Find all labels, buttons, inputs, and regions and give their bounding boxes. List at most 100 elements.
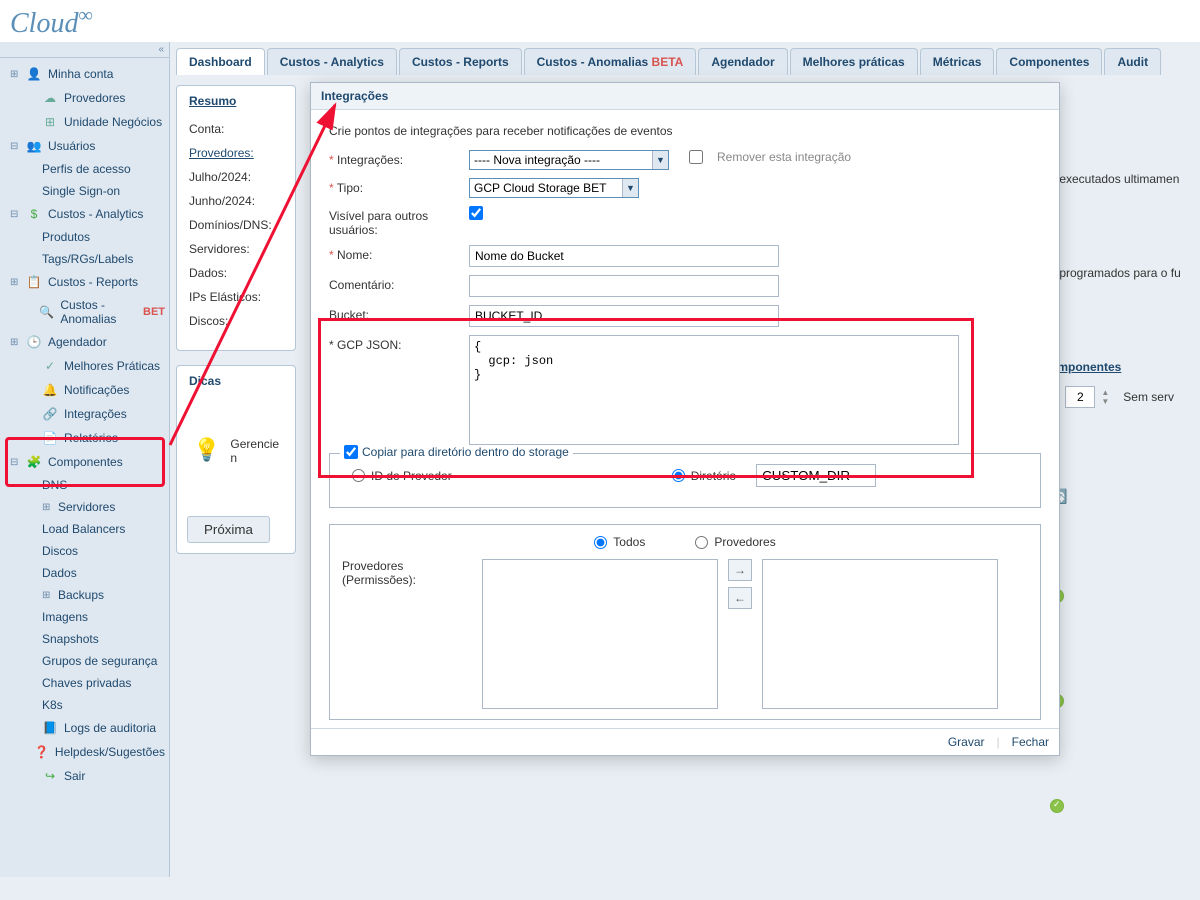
expand-icon[interactable]: ⊟ [10,457,20,468]
sidebar-label: Backups [58,588,104,602]
move-right-button[interactable]: → [728,559,752,581]
tab-custos-analytics[interactable]: Custos - Analytics [267,48,397,75]
gcpjson-label: GCP JSON: [337,338,401,352]
resumo-label: Discos: [189,314,228,328]
sidebar-item-single-sign-on[interactable]: Single Sign-on [0,180,169,202]
sidebar-item-chaves-privadas[interactable]: Chaves privadas [0,672,169,694]
todos-radio[interactable]: Todos [594,535,645,549]
stepper-down-icon[interactable]: ▼ [1101,397,1109,406]
provedores-radio[interactable]: Provedores [695,535,775,549]
fechar-button[interactable]: Fechar [1012,735,1049,749]
nome-input[interactable] [469,245,779,267]
sidebar-item-usu-rios[interactable]: ⊟ 👥 Usuários [0,134,169,158]
sidebar-item-grupos-de-seguran-a[interactable]: Grupos de segurança [0,650,169,672]
perms-selected-list[interactable] [762,559,998,709]
remover-checkbox[interactable] [689,150,703,164]
sidebar-item-tags-rgs-labels[interactable]: Tags/RGs/Labels [0,248,169,270]
sidebar-item-snapshots[interactable]: Snapshots [0,628,169,650]
sidebar-item-relat-rios[interactable]: 📄Relatórios [0,426,169,450]
sidebar-label: Provedores [64,91,125,105]
resumo-row: Servidores: [189,242,283,256]
nav-icon: 👥 [26,138,42,154]
sidebar-item-helpdesk-sugest-es[interactable]: ❓Helpdesk/Sugestões [0,740,169,764]
sidebar-item-minha-conta[interactable]: ⊞👤Minha conta [0,62,169,86]
perms-label: Provedores (Permissões): [342,559,472,587]
sidebar-item-notifica-es[interactable]: 🔔Notificações [0,378,169,402]
sidebar-label: Usuários [48,139,95,153]
sidebar-label: Discos [42,544,78,558]
sidebar-label: Servidores [58,500,115,514]
sidebar-item-dns[interactable]: DNS [0,474,169,496]
dicas-text: Gerencie n [230,437,279,465]
expand-icon[interactable]: ⊞ [10,69,20,80]
sidebar-label: Snapshots [42,632,99,646]
sidebar-label: Single Sign-on [42,184,120,198]
sidebar-item-k8s[interactable]: K8s [0,694,169,716]
expand-icon[interactable]: ⊞ [10,277,20,288]
sidebar-item-componentes[interactable]: ⊟🧩Componentes [0,450,169,474]
sidebar-label: Logs de auditoria [64,721,156,735]
resumo-label: Dados: [189,266,227,280]
sidebar-item-servidores[interactable]: ⊞ Servidores [0,496,169,518]
expand-icon[interactable]: ⊞ [42,590,52,601]
sidebar-item-produtos[interactable]: Produtos [0,226,169,248]
sidebar-item-sair[interactable]: ↪Sair [0,764,169,788]
sidebar-item-custos-reports[interactable]: ⊞📋Custos - Reports [0,270,169,294]
expand-icon[interactable]: ⊞ [10,337,20,348]
sidebar-item-load-balancers[interactable]: Load Balancers [0,518,169,540]
sidebar-item-custos-anomalias[interactable]: 🔍Custos - Anomalias BET [0,294,169,330]
expand-icon[interactable]: ⊞ [42,502,52,513]
resumo-title: Resumo [177,86,295,116]
tipo-select[interactable] [469,178,639,198]
count-input[interactable] [1065,386,1095,408]
gravar-button[interactable]: Gravar [948,735,985,749]
sidebar-item-custos-analytics[interactable]: ⊟$Custos - Analytics [0,202,169,226]
bucket-input[interactable] [469,305,779,327]
sidebar-item-backups[interactable]: ⊞ Backups [0,584,169,606]
sidebar-item-provedores[interactable]: ☁Provedores [0,86,169,110]
perms-available-list[interactable] [482,559,718,709]
sidebar-item-discos[interactable]: Discos [0,540,169,562]
tab-dashboard[interactable]: Dashboard [176,48,265,75]
comentario-input[interactable] [469,275,779,297]
sidebar-label: Melhores Práticas [64,359,160,373]
sidebar-item-logs-de-auditoria[interactable]: 📘 Logs de auditoria [0,716,169,740]
tab-custos-reports[interactable]: Custos - Reports [399,48,522,75]
sidebar-item-imagens[interactable]: Imagens [0,606,169,628]
move-left-button[interactable]: ← [728,587,752,609]
proxima-button[interactable]: Próxima [187,516,270,543]
visivel-label: Visível para outros usuários: [329,206,469,237]
componentes-title: omponentes [1050,360,1121,374]
sidebar-item-perfis-de-acesso[interactable]: Perfis de acesso [0,158,169,180]
copy-checkbox[interactable] [344,445,358,459]
tab-audit[interactable]: Audit [1104,48,1161,75]
sidebar-label: Imagens [42,610,88,624]
bulb-icon: 💡 [193,437,220,465]
tab-componentes[interactable]: Componentes [996,48,1102,75]
integracoes-modal: Integrações Crie pontos de integrações p… [310,82,1060,756]
sidebar-item-agendador[interactable]: ⊞🕒Agendador [0,330,169,354]
nav-icon: 📘 [42,720,58,736]
tab-custos-anomalias[interactable]: Custos - Anomalias BETA [524,48,697,75]
tab-melhores-pr-ticas[interactable]: Melhores práticas [790,48,918,75]
expand-icon[interactable]: ⊟ [10,209,20,220]
integracoes-select[interactable] [469,150,669,170]
diretorio-radio[interactable]: Diretório [672,464,736,487]
id-provedor-radio[interactable]: ID do Provedor [352,464,452,487]
sidebar-collapse-button[interactable]: « [0,42,169,58]
tipo-label: Tipo: [337,181,363,195]
diretorio-input[interactable] [756,464,876,487]
stepper-up-icon[interactable]: ▲ [1101,388,1109,397]
gcpjson-textarea[interactable] [469,335,959,445]
expand-icon[interactable]: ⊟ [10,141,20,152]
resumo-label[interactable]: Provedores: [189,146,254,160]
tab-agendador[interactable]: Agendador [698,48,787,75]
visivel-checkbox[interactable] [469,206,483,220]
tab-m-tricas[interactable]: Métricas [920,48,995,75]
sem-serv-text: Sem serv [1123,390,1174,404]
sidebar-item-unidade-neg-cios[interactable]: ⊞Unidade Negócios [0,110,169,134]
sidebar-item-dados[interactable]: Dados [0,562,169,584]
copy-legend: Copiar para diretório dentro do storage [362,445,569,459]
sidebar-item-integra-es[interactable]: 🔗Integrações [0,402,169,426]
sidebar-item-melhores-pr-ticas[interactable]: ✓Melhores Práticas [0,354,169,378]
